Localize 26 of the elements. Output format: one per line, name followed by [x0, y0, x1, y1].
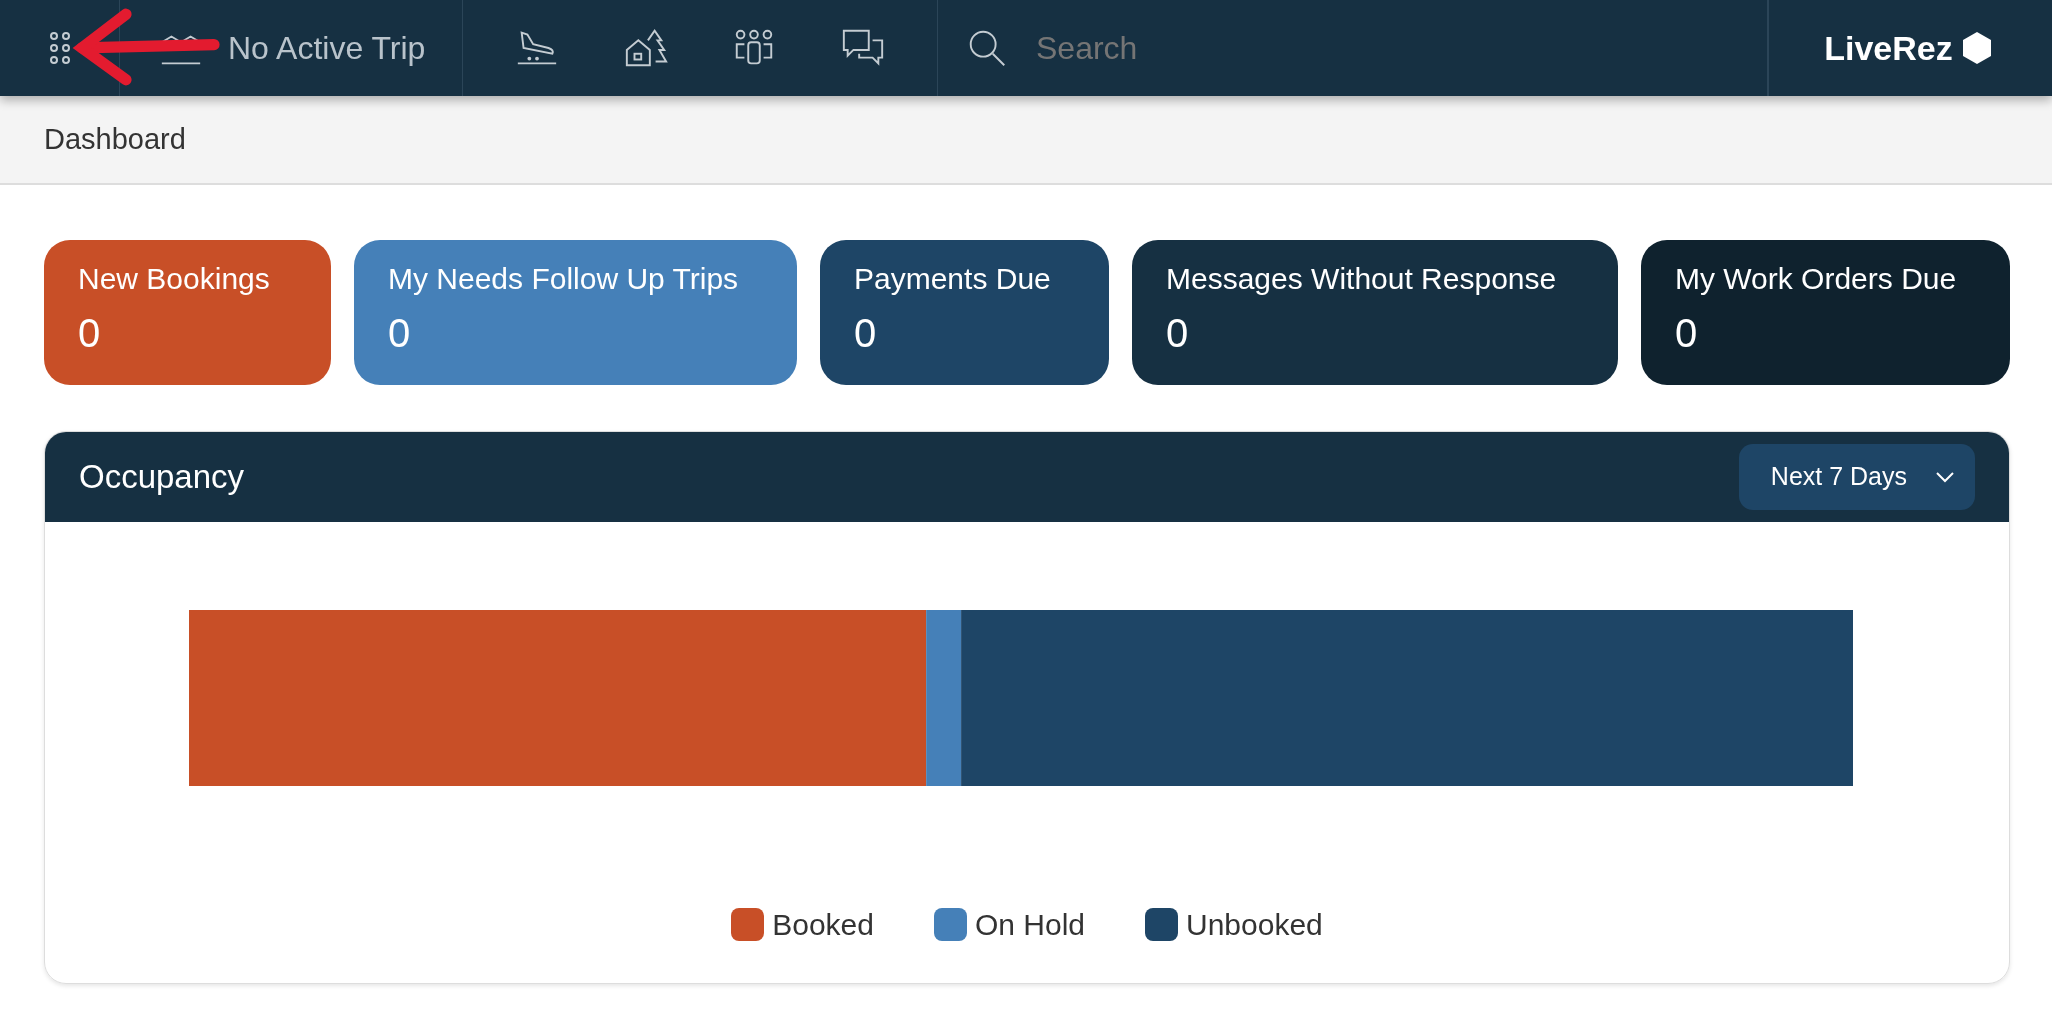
- stat-card[interactable]: My Work Orders Due 0: [1641, 240, 2010, 385]
- card-title: Payments Due: [854, 262, 1052, 295]
- stat-card[interactable]: My Needs Follow Up Trips 0: [354, 240, 797, 385]
- card-count: 0: [78, 310, 102, 357]
- legend-label: Unbooked: [1186, 907, 1323, 943]
- card-count: 0: [854, 310, 878, 357]
- card-title: New Bookings: [78, 262, 271, 295]
- breadcrumb: Dashboard: [44, 121, 186, 157]
- card-count: 0: [1675, 310, 1699, 357]
- date-range-dropdown[interactable]: Next 7 Days: [1738, 444, 1975, 510]
- search-field[interactable]: Search: [1034, 23, 1634, 73]
- card-title: My Needs Follow Up Trips: [388, 262, 740, 295]
- legend-label: On Hold: [974, 907, 1085, 943]
- card-count: 0: [388, 310, 412, 357]
- stat-card[interactable]: Payments Due 0: [820, 240, 1109, 385]
- legend-label: Booked: [772, 907, 874, 943]
- stat-card[interactable]: Messages Without Response 0: [1132, 240, 1618, 385]
- card-count: 0: [1166, 310, 1190, 357]
- card-title: Messages Without Response: [1166, 262, 1558, 295]
- card-title: My Work Orders Due: [1675, 262, 1958, 295]
- chevron-down-icon: [1935, 471, 1955, 483]
- apps-grid-icon[interactable]: [48, 31, 71, 65]
- active-trip-link[interactable]: No Active Trip: [228, 24, 426, 72]
- panel-title: Occupancy: [79, 457, 245, 498]
- logo-text: LiveRez: [1824, 27, 1953, 69]
- stat-card[interactable]: New Bookings 0: [44, 240, 331, 385]
